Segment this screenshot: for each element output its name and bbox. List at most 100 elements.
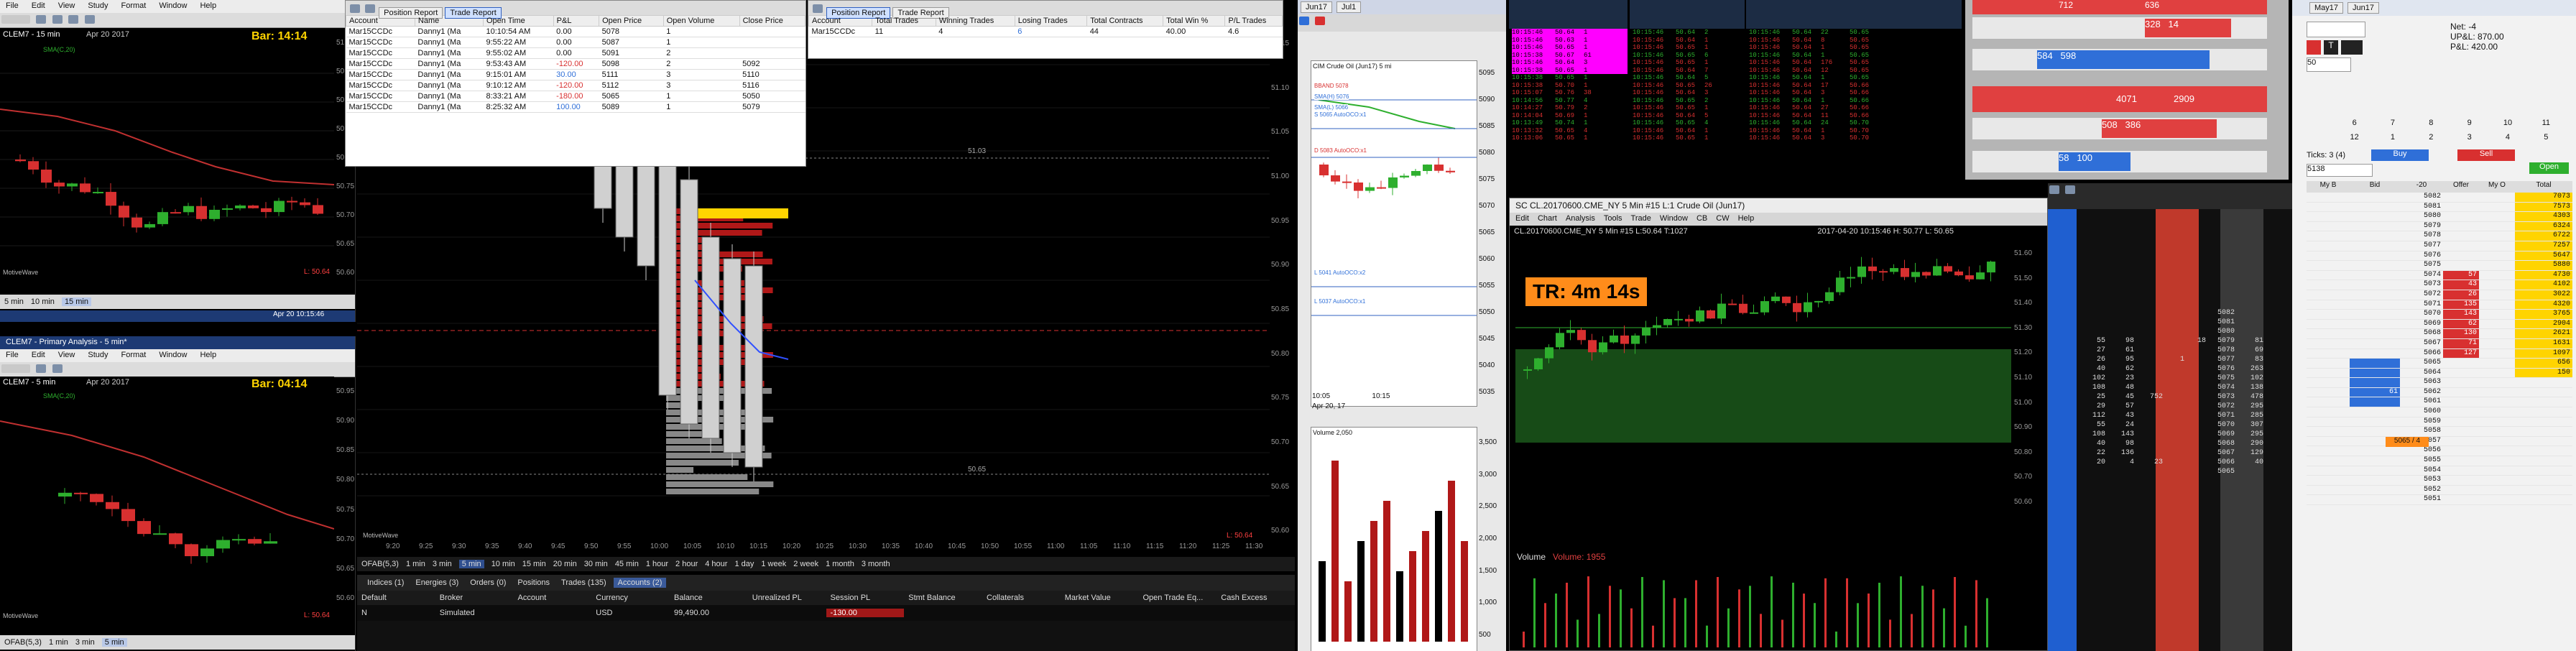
tab-energies[interactable]: Energies (3) [411, 578, 463, 588]
ladder-row[interactable]: 5061 [2307, 397, 2572, 408]
sl-button[interactable] [2341, 40, 2363, 55]
tf-2hour[interactable]: 2 hour [675, 560, 698, 568]
price-ladder[interactable]: 5082 7073 5081 7573 5080 4303 5079 6324 5078 6722… [2307, 193, 2572, 505]
tab-positions[interactable]: Positions [513, 578, 554, 588]
ladder-row[interactable]: 5057 [2307, 437, 2572, 447]
ladder-row[interactable]: 5082 [2048, 309, 2292, 318]
ladder-row[interactable]: 40 98 5068 290 [2048, 440, 2292, 449]
ladder-row[interactable]: 61 5062 [2307, 387, 2572, 398]
ladder-row[interactable]: 5063 [2307, 378, 2572, 388]
sell-button[interactable]: Sell [2457, 149, 2515, 161]
settings-icon[interactable] [84, 15, 95, 24]
ladder-row[interactable]: 55 98 18 5079 81 [2048, 337, 2292, 346]
symbol-selector[interactable] [1, 15, 30, 24]
ladder-row[interactable]: 5065 656 [2307, 359, 2572, 369]
ladder-row[interactable]: 27 61 5078 69 [2048, 346, 2292, 356]
ladder-row[interactable]: 5078 6722 [2307, 231, 2572, 241]
ladder-row[interactable]: 5054 [2307, 466, 2572, 476]
cursor-icon[interactable] [68, 15, 79, 24]
draw-icon[interactable] [52, 364, 63, 373]
column-header[interactable]: Losing Trades [1014, 15, 1088, 27]
ladder-row[interactable]: 5071 135 4320 [2307, 300, 2572, 310]
table-row[interactable]: Mar15CCDc Danny1 (Ma 9:53:43 AM -120.00 5098… [346, 58, 805, 70]
column-header[interactable]: Total Win % [1163, 15, 1226, 27]
filter-icon[interactable] [365, 4, 376, 13]
ladder-row[interactable]: 5056 [2307, 446, 2572, 457]
ladder-row[interactable]: 5066 127 1097 [2307, 348, 2572, 359]
close-icon[interactable] [2307, 40, 2321, 55]
volume-chart[interactable]: Volume 2,050 [1311, 427, 1477, 651]
ladder-row[interactable]: 5067 71 1631 [2307, 338, 2572, 349]
table-row[interactable]: Mar15CCDc Danny1 (Ma 10:10:54 AM 0.00 5078 1 [346, 26, 805, 37]
tf-3min[interactable]: 3 min [433, 560, 452, 568]
table-row[interactable]: Mar15CCDc Danny1 (Ma 8:25:32 AM 100.00 5089 1… [346, 101, 805, 113]
tab-jun17[interactable]: Jun17 [2348, 2, 2380, 14]
column-header[interactable]: Open Price [599, 15, 664, 27]
ladder-row[interactable]: 5058 [2307, 427, 2572, 437]
tf-1min[interactable]: 1 min [49, 638, 68, 647]
column-header[interactable]: Open Volume [663, 15, 740, 27]
price-input[interactable]: 5138 [2307, 164, 2373, 177]
ladder-row[interactable]: 5052 [2307, 486, 2572, 496]
tf-15min[interactable]: 15 min [61, 297, 91, 306]
tf-1week[interactable]: 1 week [761, 560, 786, 568]
tf-3month[interactable]: 3 month [862, 560, 890, 568]
ladder-row[interactable]: 5060 [2307, 407, 2572, 417]
tf-4hour[interactable]: 4 hour [705, 560, 727, 568]
ladder-row[interactable]: 5081 [2048, 318, 2292, 328]
tab-jun17[interactable]: Jun17 [1301, 1, 1332, 13]
crosshair-icon[interactable] [1299, 17, 1309, 25]
ladder-row[interactable]: 22 136 5067 129 [2048, 449, 2292, 458]
ladder-row[interactable]: 55 24 5070 307 [2048, 421, 2292, 430]
tab-trades[interactable]: Trades (135) [557, 578, 611, 588]
ladder-row[interactable]: 5080 4303 [2307, 212, 2572, 222]
position-report-window[interactable]: Position Report Trade Report Account Name… [345, 0, 806, 167]
ladder-row[interactable]: 112 43 5071 285 [2048, 412, 2292, 421]
open-button[interactable]: Open [2529, 162, 2569, 174]
tab-may17[interactable]: May17 [2309, 2, 2344, 14]
ladder-row[interactable]: 5055 [2307, 456, 2572, 466]
chart-5min[interactable]: CLEM7 - 5 min Apr 20 2017 Bar: 04:14 SMA… [0, 377, 354, 621]
ladder-row[interactable]: 5082 7073 [2307, 193, 2572, 203]
tf-1month[interactable]: 1 month [826, 560, 854, 568]
tf-1day[interactable]: 1 day [734, 560, 754, 568]
price-plot[interactable] [1515, 241, 2011, 514]
trade-report-window[interactable]: Position Report Trade Report Account Tota… [808, 0, 1283, 59]
tf-10min[interactable]: 10 min [491, 560, 515, 568]
column-header[interactable]: Winning Trades [935, 15, 1015, 27]
ladder-row[interactable]: 5081 7573 [2307, 202, 2572, 213]
table-row[interactable]: Mar15CCDc Danny1 (Ma 8:33:21 AM -180.00 5065… [346, 91, 805, 102]
table-row[interactable]: Mar15CCDc 11 4 6 44 40.00 4.6 [808, 26, 1283, 37]
ladder-row[interactable]: 5069 62 2904 [2307, 319, 2572, 330]
small-price-chart[interactable]: CIM Crude Oil (Jun17) 5 mi BBAND 5078 SMA… [1311, 60, 1477, 407]
ladder-row[interactable]: 5074 57 4730 [2307, 270, 2572, 281]
refresh-icon[interactable] [813, 4, 823, 13]
table-row[interactable]: Mar15CCDc Danny1 (Ma 9:15:01 AM 30.00 5111 3 5… [346, 69, 805, 80]
chart-15min[interactable]: CLEM7 - 15 min Apr 20 2017 Bar: 14:14 SM… [0, 29, 354, 295]
ladder-row[interactable]: 102 23 5075 102 [2048, 374, 2292, 384]
ladder-row[interactable]: 5080 [2048, 328, 2292, 337]
column-header[interactable]: Close Price [739, 15, 806, 27]
tab-indices[interactable]: Indices (1) [363, 578, 408, 588]
ladder-row[interactable]: 108 143 5069 295 [2048, 430, 2292, 440]
tf-45min[interactable]: 45 min [615, 560, 639, 568]
ladder-row[interactable]: 29 57 5072 295 [2048, 402, 2292, 412]
table-row[interactable]: Mar15CCDc Danny1 (Ma 9:55:22 AM 0.00 5087 1 [346, 37, 805, 48]
ladder-row[interactable]: 25 45 752 5073 478 [2048, 393, 2292, 402]
ladder-row[interactable]: 5068 130 2621 [2307, 329, 2572, 339]
buy-button[interactable]: Buy [2371, 149, 2429, 161]
tf-10min[interactable]: 10 min [31, 297, 55, 306]
ladder-row[interactable]: 5053 [2307, 476, 2572, 486]
ladder-row[interactable]: 5065 [2048, 468, 2292, 477]
ladder-row[interactable]: 5073 43 4102 [2307, 280, 2572, 290]
ladder-row[interactable]: 5079 6324 [2307, 221, 2572, 232]
study-label[interactable]: OFAB(5,3) [4, 638, 42, 647]
t-button[interactable]: T [2324, 40, 2338, 55]
tab-jul[interactable]: Jul1 [1336, 1, 1362, 13]
tab-orders[interactable]: Orders (0) [466, 578, 510, 588]
draw-icon[interactable] [52, 15, 63, 24]
tab-accounts[interactable]: Accounts (2) [613, 578, 667, 588]
ladder-row[interactable]: 40 62 5076 263 [2048, 365, 2292, 374]
quantity-input[interactable]: 50 [2307, 57, 2351, 72]
symbol-selector[interactable] [1, 364, 30, 373]
